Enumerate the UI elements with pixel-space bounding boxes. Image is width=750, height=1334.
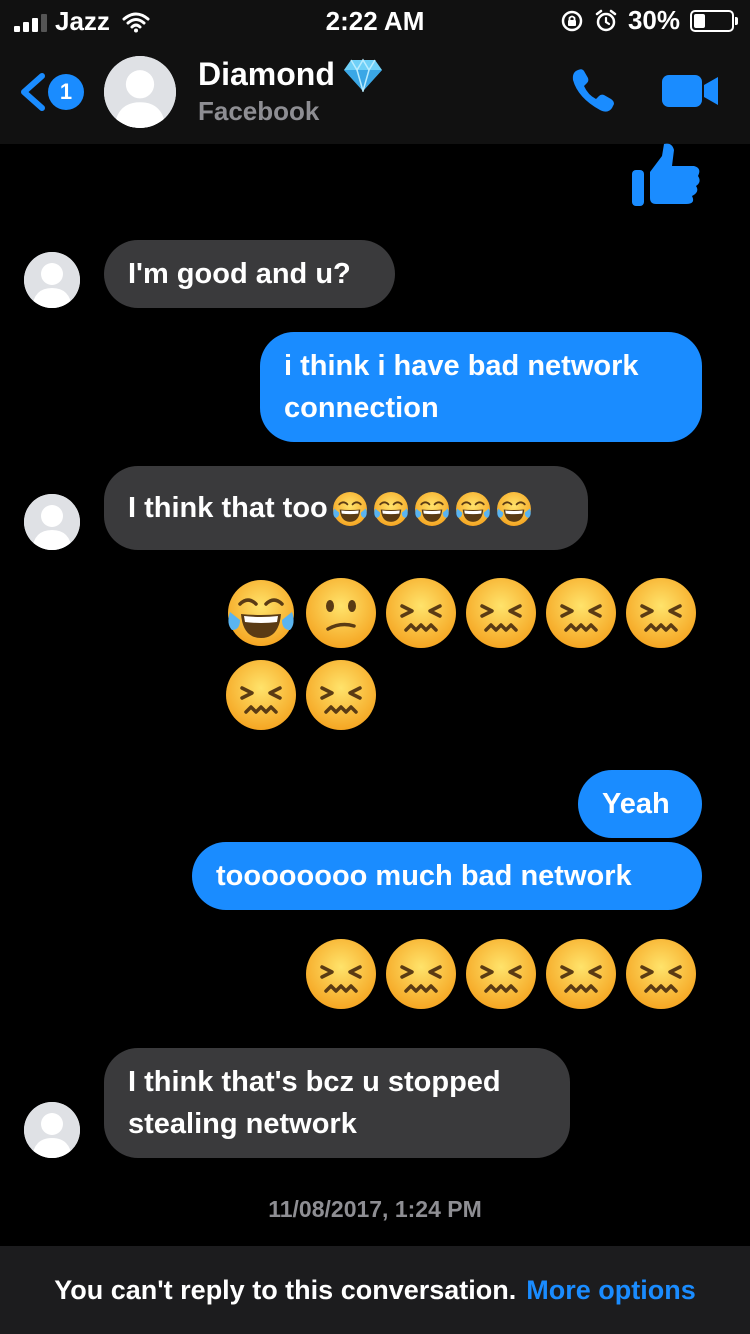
conversation-header: 1 Diamond Facebook: [0, 42, 750, 144]
confounded-emoji-icon: [544, 937, 618, 1011]
joy-emoji-icon: [224, 576, 298, 650]
message-outgoing[interactable]: toooooooo much bad network: [192, 842, 702, 910]
confounded-emoji-icon: [624, 937, 698, 1011]
video-camera-icon[interactable]: [660, 72, 720, 110]
message-incoming[interactable]: I'm good and u?: [104, 240, 395, 308]
confounded-emoji-icon: [304, 658, 378, 732]
phone-icon[interactable]: [568, 64, 620, 116]
joy-emoji-icon: [454, 490, 492, 528]
message-text: I'm good and u?: [128, 258, 351, 290]
contact-avatar-small[interactable]: [24, 494, 80, 550]
message-text: I think that too: [128, 492, 328, 524]
confounded-emoji-icon: [624, 576, 698, 650]
contact-name[interactable]: Diamond: [198, 56, 383, 93]
battery-fill: [694, 13, 705, 28]
orientation-lock-icon: [561, 10, 583, 31]
confounded-emoji-icon: [384, 576, 458, 650]
battery-icon: [690, 9, 738, 32]
message-line: i think i have bad network: [284, 350, 639, 382]
confounded-emoji-icon: [224, 658, 298, 732]
message-text: toooooooo much bad network: [216, 860, 632, 892]
confused-emoji-icon: [304, 576, 378, 650]
confounded-emoji-icon: [304, 937, 378, 1011]
message-outgoing[interactable]: i think i have bad network connection: [260, 332, 702, 442]
inline-emoji-group: [328, 487, 533, 529]
contact-avatar[interactable]: [104, 56, 176, 128]
confounded-emoji-icon: [464, 937, 538, 1011]
reply-disabled-notice: You can't reply to this conversation.: [54, 1274, 517, 1305]
contact-subtitle: Facebook: [198, 96, 320, 126]
joy-emoji-icon: [413, 490, 451, 528]
message-outgoing[interactable]: Yeah: [578, 770, 702, 838]
contact-avatar-small[interactable]: [24, 1102, 80, 1158]
joy-emoji-icon: [331, 490, 369, 528]
joy-emoji-icon: [495, 490, 533, 528]
thumbs-up-icon: [632, 143, 700, 206]
message-incoming[interactable]: I think that too: [104, 466, 588, 550]
more-options-link[interactable]: More options: [526, 1275, 696, 1306]
confounded-emoji-icon: [384, 937, 458, 1011]
reply-disabled-bar: You can't reply to this conversation. Mo…: [0, 1246, 750, 1334]
message-incoming[interactable]: I think that's bcz u stopped stealing ne…: [104, 1048, 570, 1158]
message-line: connection: [284, 392, 439, 424]
contact-name-text: Diamond: [198, 56, 335, 92]
status-bar: Jazz 2:22 AM 30%: [0, 0, 750, 42]
battery-percent: 30%: [627, 5, 680, 35]
message-text: Yeah: [602, 788, 670, 820]
alarm-icon: [595, 9, 617, 31]
conversation-timestamp: 11/08/2017, 1:24 PM: [268, 1196, 482, 1222]
unread-badge[interactable]: 1: [48, 74, 84, 110]
confounded-emoji-icon: [464, 576, 538, 650]
contact-avatar-small[interactable]: [24, 252, 80, 308]
diamond-icon: [343, 58, 382, 92]
joy-emoji-icon: [372, 490, 410, 528]
message-line: I think that's bcz u stopped: [128, 1066, 501, 1098]
message-line: stealing network: [128, 1108, 357, 1140]
confounded-emoji-icon: [544, 576, 618, 650]
